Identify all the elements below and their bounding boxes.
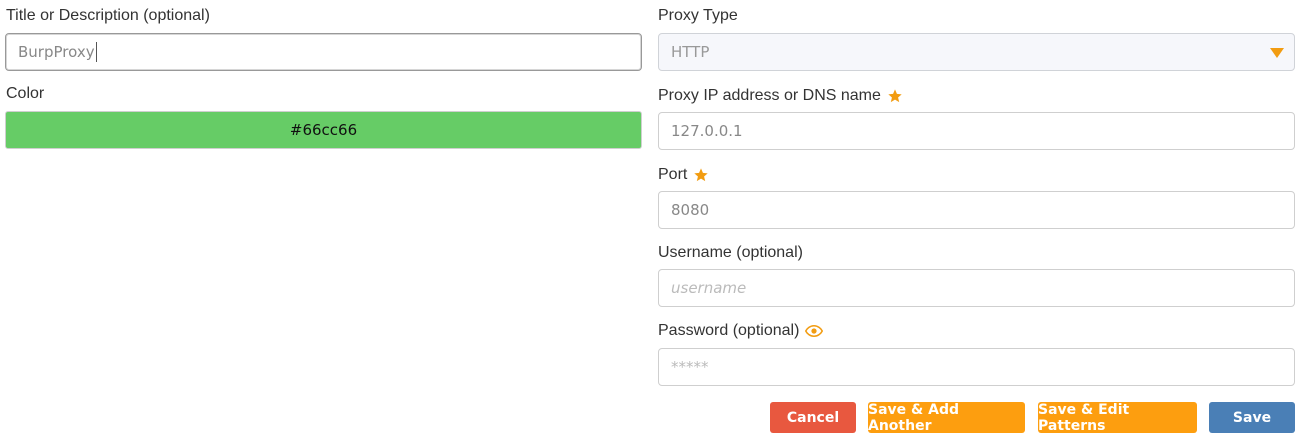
username-label-text: Username (optional) (658, 244, 803, 261)
title-input[interactable]: BurpProxy (5, 33, 642, 71)
save-edit-patterns-label: Save & Edit Patterns (1038, 401, 1130, 434)
password-placeholder: ***** (671, 358, 709, 376)
port-label-text: Port (658, 166, 688, 183)
password-label-text: Password (optional) (658, 322, 800, 339)
proxy-ip-input[interactable]: 127.0.0.1 (658, 112, 1295, 150)
password-label: Password (optional) (658, 321, 824, 341)
proxy-type-value: HTTP (671, 43, 710, 61)
title-label: Title or Description (optional) (6, 6, 210, 26)
proxy-type-label-text: Proxy Type (658, 7, 738, 24)
password-input[interactable]: ***** (658, 348, 1295, 386)
save-add-another-button[interactable]: Save & Add Another (868, 401, 1025, 434)
title-input-value: BurpProxy (18, 43, 95, 61)
username-input[interactable]: username (658, 269, 1295, 307)
port-label: Port (658, 165, 709, 185)
save-add-another-label: Save & Add Another (868, 401, 959, 434)
proxy-ip-label-text: Proxy IP address or DNS name (658, 87, 881, 104)
save-button[interactable]: Save (1209, 402, 1295, 433)
color-label: Color (6, 84, 44, 104)
star-icon (694, 168, 709, 182)
title-label-text: Title or Description (optional) (6, 7, 210, 24)
port-input[interactable]: 8080 (658, 191, 1295, 229)
username-label: Username (optional) (658, 243, 803, 263)
proxy-type-select[interactable]: HTTP (658, 33, 1295, 71)
color-value: #66cc66 (289, 121, 358, 139)
proxy-type-label: Proxy Type (658, 6, 738, 26)
star-icon (888, 89, 902, 103)
triangle-down-icon (1270, 48, 1284, 58)
text-caret (95, 42, 97, 62)
save-edit-patterns-button[interactable]: Save & Edit Patterns (1038, 401, 1197, 434)
color-label-text: Color (6, 85, 45, 102)
eye-icon[interactable] (805, 324, 824, 338)
username-placeholder: username (671, 279, 747, 297)
proxy-ip-label: Proxy IP address or DNS name (658, 86, 903, 106)
save-button-label: Save (1232, 409, 1272, 426)
cancel-button[interactable]: Cancel (770, 402, 856, 433)
port-value: 8080 (671, 201, 710, 219)
proxy-ip-value: 127.0.0.1 (671, 122, 743, 140)
color-picker[interactable]: #66cc66 (5, 111, 642, 149)
cancel-button-label: Cancel (786, 409, 840, 426)
